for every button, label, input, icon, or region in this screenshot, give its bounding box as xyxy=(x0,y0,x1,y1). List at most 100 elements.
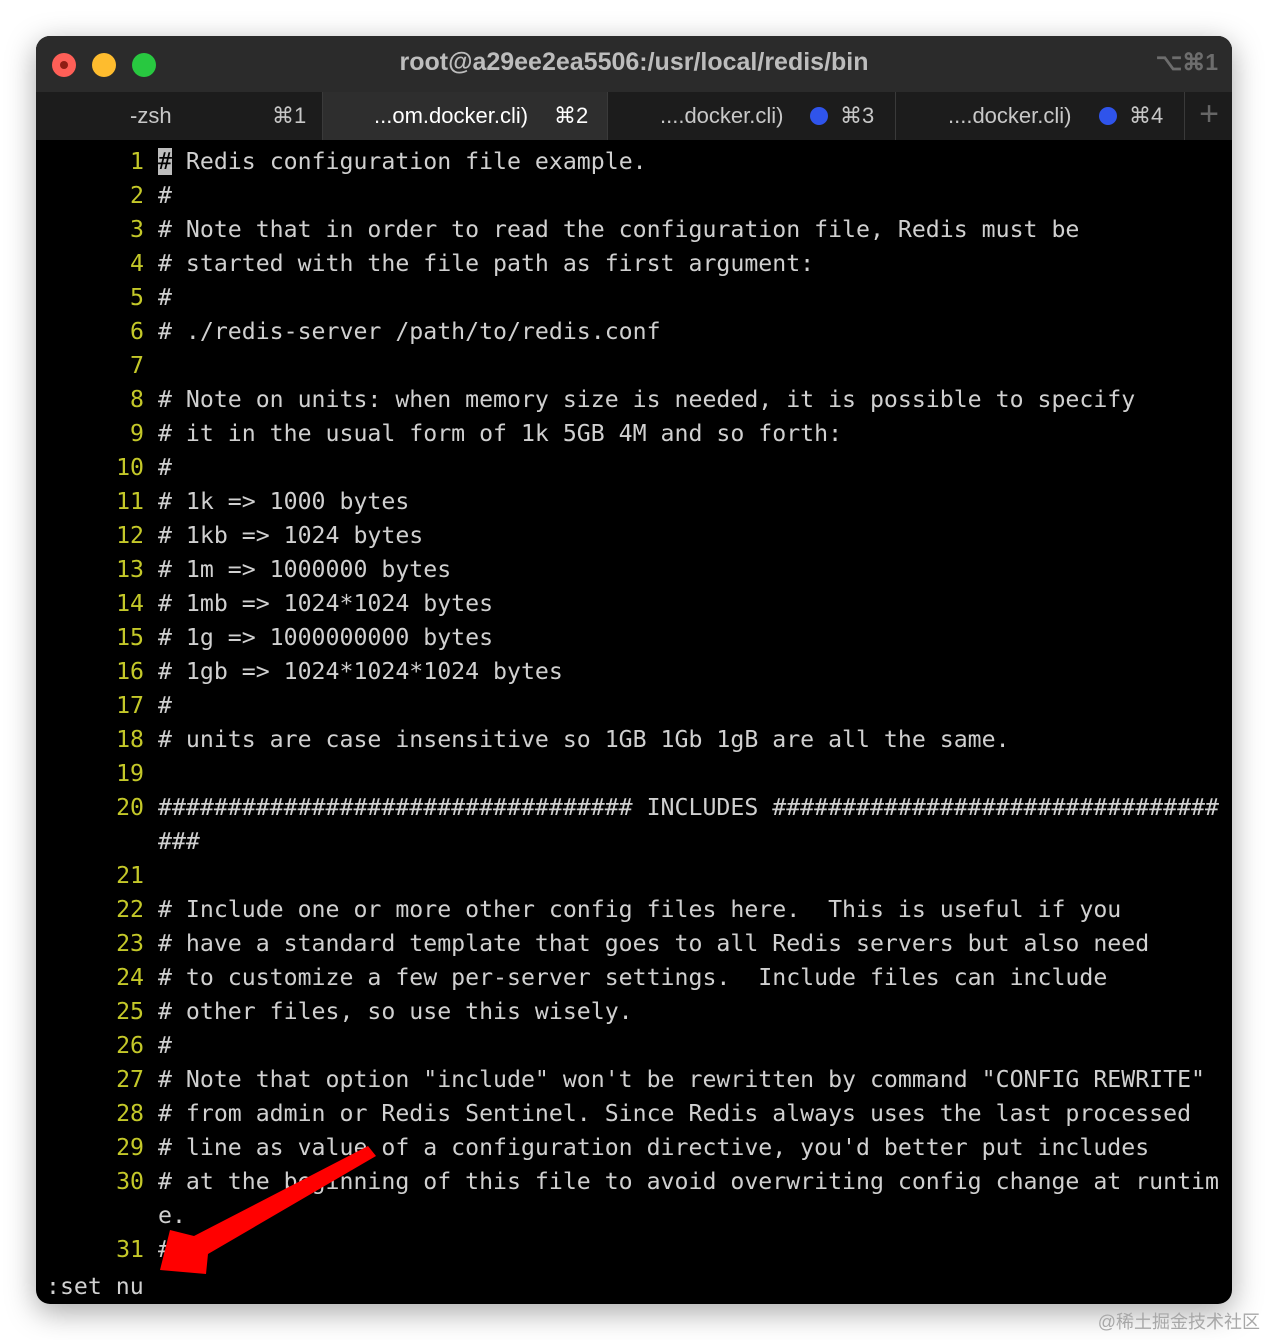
line-number: 29 xyxy=(116,1134,144,1161)
editor-line[interactable]: 7 xyxy=(36,349,1232,383)
line-text: # Include one or more other config files… xyxy=(158,896,1122,923)
tab-label: -zsh xyxy=(130,103,172,128)
line-number: 25 xyxy=(116,998,144,1025)
editor-line[interactable]: 3 # Note that in order to read the config… xyxy=(36,213,1232,247)
line-number: 1 xyxy=(130,148,144,175)
editor-line[interactable]: 30 # at the beginning of this file to avo… xyxy=(36,1165,1232,1233)
tab-shortcut: ⌘1 xyxy=(272,103,307,128)
line-number: 3 xyxy=(130,216,144,243)
editor-line[interactable]: 16 # 1gb => 1024*1024*1024 bytes xyxy=(36,655,1232,689)
editor-line[interactable]: 20 ################################## INC… xyxy=(36,791,1232,859)
editor-line[interactable]: 24 # to customize a few per-server settin… xyxy=(36,961,1232,995)
line-text: # Note on units: when memory size is nee… xyxy=(158,386,1136,413)
editor-line[interactable]: 25 # other files, so use this wisely. xyxy=(36,995,1232,1029)
line-text-rest: Redis configuration file example. xyxy=(171,148,647,175)
line-text: # 1gb => 1024*1024*1024 bytes xyxy=(158,658,563,685)
line-number: 7 xyxy=(130,352,144,379)
editor-line[interactable]: 6 # ./redis-server /path/to/redis.conf xyxy=(36,315,1232,349)
editor-line[interactable]: 12 # 1kb => 1024 bytes xyxy=(36,519,1232,553)
line-text: # to customize a few per-server settings… xyxy=(158,964,1108,991)
line-text xyxy=(158,859,1219,893)
editor-line[interactable]: 4 # started with the file path as first a… xyxy=(36,247,1232,281)
line-number: 12 xyxy=(116,522,144,549)
editor-line[interactable]: 9 # it in the usual form of 1k 5GB 4M and… xyxy=(36,417,1232,451)
tab-shortcut: ⌘3 xyxy=(840,103,875,128)
activity-dot-icon xyxy=(810,107,828,125)
line-number: 9 xyxy=(130,420,144,447)
tab-label: ....docker.cli) xyxy=(660,103,784,128)
tab-label: ...om.docker.cli) xyxy=(374,103,529,128)
line-number: 18 xyxy=(116,726,144,753)
line-number: 8 xyxy=(130,386,144,413)
editor-line[interactable]: 28 # from admin or Redis Sentinel. Since … xyxy=(36,1097,1232,1131)
editor-line[interactable]: 23 # have a standard template that goes t… xyxy=(36,927,1232,961)
editor-line[interactable]: 17 # xyxy=(36,689,1232,723)
editor-line[interactable]: 13 # 1m => 1000000 bytes xyxy=(36,553,1232,587)
line-text: # xyxy=(158,1236,172,1263)
line-text: # ./redis-server /path/to/redis.conf xyxy=(158,318,661,345)
line-number: 19 xyxy=(116,760,144,787)
line-text: # other files, so use this wisely. xyxy=(158,998,633,1025)
tab-zsh[interactable]: -zsh ⌘1 xyxy=(36,92,323,140)
editor-line[interactable]: 2 # xyxy=(36,179,1232,213)
line-number: 17 xyxy=(116,692,144,719)
editor-line[interactable]: 10 # xyxy=(36,451,1232,485)
line-number: 30 xyxy=(116,1168,144,1195)
line-number: 6 xyxy=(130,318,144,345)
line-number: 24 xyxy=(116,964,144,991)
editor-line[interactable]: 27 # Note that option "include" won't be … xyxy=(36,1063,1232,1097)
line-text: # xyxy=(158,1032,172,1059)
editor-line[interactable]: 15 # 1g => 1000000000 bytes xyxy=(36,621,1232,655)
tab-docker-3[interactable]: ....docker.cli) ⌘3 xyxy=(608,92,896,140)
editor-line[interactable]: 14 # 1mb => 1024*1024 bytes xyxy=(36,587,1232,621)
editor-line[interactable]: 21 xyxy=(36,859,1232,893)
line-number: 15 xyxy=(116,624,144,651)
vim-command-line[interactable]: :set nu xyxy=(46,1273,144,1300)
line-text: # it in the usual form of 1k 5GB 4M and … xyxy=(158,420,843,447)
editor-line[interactable]: 1 # Redis configuration file example. xyxy=(36,145,1232,179)
title-bar: root@a29ee2ea5506:/usr/local/redis/bin ⌥… xyxy=(36,36,1232,92)
line-number: 22 xyxy=(116,896,144,923)
line-text: # line as value of a configuration direc… xyxy=(158,1134,1150,1161)
vim-editor[interactable]: 1 # Redis configuration file example. 2 #3 #… xyxy=(36,145,1232,1267)
line-number: 26 xyxy=(116,1032,144,1059)
new-tab-button[interactable]: + xyxy=(1186,92,1232,140)
line-text: # Redis configuration file example. xyxy=(158,145,1219,179)
editor-line[interactable]: 18 # units are case insensitive so 1GB 1G… xyxy=(36,723,1232,757)
line-number: 5 xyxy=(130,284,144,311)
line-text: # 1k => 1000 bytes xyxy=(158,488,410,515)
line-number: 16 xyxy=(116,658,144,685)
line-number: 13 xyxy=(116,556,144,583)
editor-line[interactable]: 26 # xyxy=(36,1029,1232,1063)
watermark: @稀土掘金技术社区 xyxy=(1097,1312,1260,1332)
tab-docker-4[interactable]: ....docker.cli) ⌘4 xyxy=(896,92,1185,140)
line-text xyxy=(158,349,1219,383)
line-number: 20 xyxy=(116,794,144,821)
line-number: 31 xyxy=(116,1236,144,1263)
line-number: 14 xyxy=(116,590,144,617)
editor-line[interactable]: 31 # xyxy=(36,1233,1232,1267)
line-number: 10 xyxy=(116,454,144,481)
line-text xyxy=(158,757,1219,791)
line-number: 2 xyxy=(130,182,144,209)
window-title: root@a29ee2ea5506:/usr/local/redis/bin xyxy=(399,48,869,76)
editor-line[interactable]: 11 # 1k => 1000 bytes xyxy=(36,485,1232,519)
line-text: # from admin or Redis Sentinel. Since Re… xyxy=(158,1100,1192,1127)
editor-line[interactable]: 8 # Note on units: when memory size is ne… xyxy=(36,383,1232,417)
line-text: # started with the file path as first ar… xyxy=(158,250,815,277)
editor-line[interactable]: 22 # Include one or more other config fil… xyxy=(36,893,1232,927)
editor-line[interactable]: 29 # line as value of a configuration dir… xyxy=(36,1131,1232,1165)
tab-docker-2[interactable]: ...om.docker.cli) ⌘2 xyxy=(323,92,608,140)
line-text: # at the beginning of this file to avoid… xyxy=(158,1168,1219,1229)
line-text: # xyxy=(158,182,172,209)
line-text: # have a standard template that goes to … xyxy=(158,930,1150,957)
window-shortcut: ⌥⌘1 xyxy=(1155,49,1218,75)
editor-line[interactable]: 19 xyxy=(36,757,1232,791)
line-number: 23 xyxy=(116,930,144,957)
tab-shortcut: ⌘2 xyxy=(554,103,589,128)
line-text: ################################## INCLU… xyxy=(158,794,1219,855)
text-cursor: # xyxy=(158,148,172,175)
line-text: # xyxy=(158,692,172,719)
editor-line[interactable]: 5 # xyxy=(36,281,1232,315)
line-number: 4 xyxy=(130,250,144,277)
